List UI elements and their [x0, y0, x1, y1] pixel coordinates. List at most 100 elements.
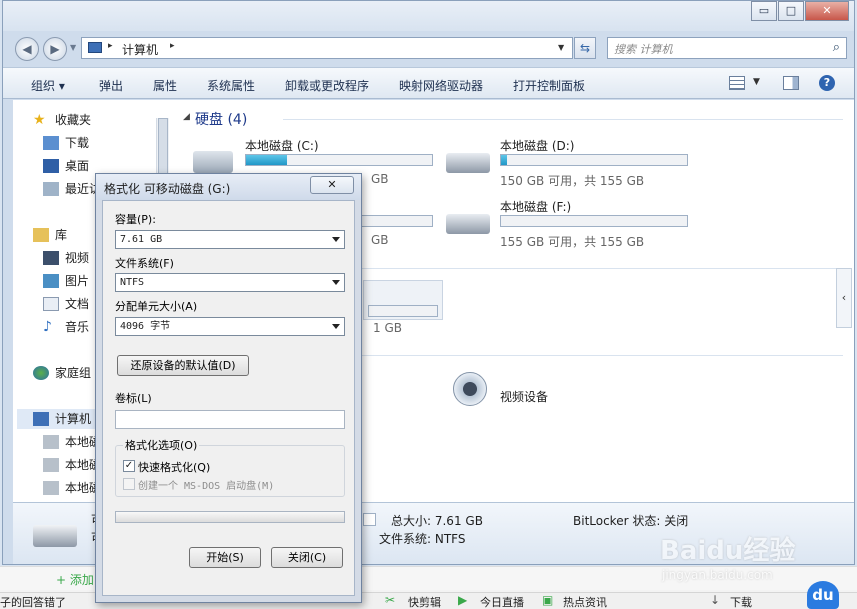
minimize-button[interactable]: ▭ [751, 1, 777, 21]
computer-icon [88, 42, 102, 53]
dialog-title: 格式化 可移动磁盘 (G:) [104, 182, 231, 196]
computer-icon [33, 412, 49, 426]
address-bar[interactable]: ▸ 计算机 ▸ ▼ [81, 37, 573, 59]
downloads-icon [43, 136, 59, 150]
help-icon[interactable]: ? [819, 75, 835, 91]
search-input[interactable]: 搜索 计算机 ⌕ [607, 37, 847, 59]
drive-icon [43, 458, 59, 472]
close-button[interactable]: ✕ [805, 1, 849, 21]
view-dropdown-icon[interactable]: ▼ [753, 77, 760, 87]
dialog-title-bar[interactable]: 格式化 可移动磁盘 (G:) ✕ [96, 174, 361, 200]
recent-places-icon [43, 182, 59, 196]
news-icon: ▣ [542, 593, 554, 607]
drive-e-free: GB [371, 233, 389, 247]
drive-f-name: 本地磁盘 (F:) [500, 200, 572, 214]
title-bar[interactable]: ▭ □ ✕ [3, 1, 854, 31]
system-properties-button[interactable]: 系统属性 [207, 77, 255, 94]
music-icon: ♪ [43, 319, 52, 335]
library-icon [33, 228, 49, 242]
documents-icon [43, 297, 59, 311]
drive-c-free: GB [371, 172, 389, 186]
hot-news-link[interactable]: 热点资讯 [563, 594, 607, 609]
capacity-value: 7.61 GB [120, 234, 163, 245]
volume-label-input[interactable] [115, 410, 345, 429]
dialog-body: 容量(P): 7.61 GB 文件系统(F) NTFS 分配单元大小(A) 40… [102, 200, 355, 596]
baidu-du-logo[interactable]: du [807, 581, 839, 609]
uninstall-button[interactable]: 卸载或更改程序 [285, 77, 369, 94]
allocation-size-select[interactable]: 4096 字节 [115, 317, 345, 336]
properties-button[interactable]: 属性 [153, 77, 177, 94]
add-button[interactable]: + 添加 [56, 571, 94, 588]
back-button[interactable]: ◀ [15, 37, 39, 61]
drive-f-free: 155 GB 可用，共 155 GB [500, 235, 645, 249]
address-separator[interactable]: ▸ [108, 41, 113, 51]
chevron-down-icon [332, 324, 340, 329]
msdos-boot-checkbox[interactable] [123, 478, 135, 490]
eject-button[interactable]: 弹出 [99, 77, 123, 94]
command-bar: 组织 ▾ 弹出 属性 系统属性 卸载或更改程序 映射网络驱动器 打开控制面板 ▼… [3, 67, 854, 99]
refresh-button[interactable]: ⇆ [574, 37, 596, 59]
kuaiji-icon: ✂ [385, 593, 396, 607]
hard-drive-icon [446, 153, 490, 173]
drive-d-free: 150 GB 可用，共 155 GB [500, 174, 645, 188]
nav-music-label: 音乐 [65, 320, 90, 334]
control-panel-button[interactable]: 打开控制面板 [513, 77, 585, 94]
maximize-button[interactable]: □ [778, 1, 804, 21]
map-network-drive-button[interactable]: 映射网络驱动器 [399, 77, 483, 94]
live-link[interactable]: 今日直播 [480, 594, 524, 609]
drive-d-usage-fill [501, 155, 507, 165]
filesystem-label: 文件系统(F) [115, 257, 174, 270]
watermark-brand: Baidu经验 [660, 536, 796, 566]
allocation-size-label: 分配单元大小(A) [115, 300, 198, 313]
removable-drive-size: 1 GB [373, 321, 402, 335]
capacity-select[interactable]: 7.61 GB [115, 230, 345, 249]
desktop-icon [43, 159, 59, 173]
details-filesystem: 文件系统: NTFS [379, 532, 466, 546]
close-dialog-button[interactable]: 关闭(C) [271, 547, 343, 568]
forward-button[interactable]: ▶ [43, 37, 67, 61]
address-trailing-separator[interactable]: ▸ [170, 41, 175, 51]
section-header-hard-disks[interactable]: 硬盘 (4) [195, 109, 247, 129]
section-divider [283, 119, 843, 120]
star-icon: ★ [33, 112, 46, 128]
live-icon: ▶ [458, 593, 468, 607]
volume-label: 卷标(L) [115, 392, 152, 405]
search-icon[interactable]: ⌕ [833, 40, 840, 55]
chevron-down-icon [332, 280, 340, 285]
section-divider [283, 268, 843, 269]
address-dropdown-icon[interactable]: ▼ [558, 43, 564, 52]
expand-pane-button[interactable]: ‹ [836, 268, 852, 328]
quick-format-label: 快速格式化(Q) [138, 461, 211, 474]
collapse-icon[interactable]: ◢ [183, 112, 190, 122]
nav-homegroup-label: 家庭组 [55, 366, 92, 380]
restore-defaults-button[interactable]: 还原设备的默认值(D) [117, 355, 249, 376]
address-row: ◀ ▶ ▼ ▸ 计算机 ▸ ▼ ⇆ 搜索 计算机 ⌕ [3, 31, 854, 65]
preview-pane-icon[interactable] [783, 76, 799, 90]
capacity-label: 容量(P): [115, 213, 156, 226]
organize-button[interactable]: 组织 ▾ [31, 77, 65, 94]
video-device-label: 视频设备 [500, 390, 549, 404]
nav-documents-label: 文档 [65, 297, 90, 311]
nav-favorites-label: 收藏夹 [55, 113, 92, 127]
quick-format-checkbox[interactable]: ✓ [123, 460, 135, 472]
format-dialog: 格式化 可移动磁盘 (G:) ✕ 容量(P): 7.61 GB 文件系统(F) … [95, 173, 362, 603]
chevron-down-icon [332, 237, 340, 242]
kuaiji-link[interactable]: 快剪辑 [408, 594, 441, 609]
format-options-label: 格式化选项(O) [123, 437, 200, 453]
removable-drive-tile[interactable] [363, 280, 443, 320]
drive-icon [43, 481, 59, 495]
windows-drive-icon [193, 151, 233, 173]
drive-d-name: 本地磁盘 (D:) [500, 139, 575, 153]
address-path[interactable]: 计算机 [122, 41, 158, 58]
filesystem-select[interactable]: NTFS [115, 273, 345, 292]
nav-scrollbar-thumb[interactable] [158, 118, 168, 178]
search-placeholder: 搜索 计算机 [614, 43, 673, 56]
hard-drive-icon [446, 214, 490, 234]
dialog-close-icon[interactable]: ✕ [310, 176, 354, 194]
view-options-icon[interactable] [729, 76, 745, 90]
status-left-text: 子的回答错了 [0, 596, 66, 609]
drive-c-usage-bar [245, 154, 433, 166]
start-button[interactable]: 开始(S) [189, 547, 261, 568]
usb-drive-icon [33, 525, 77, 547]
recent-pages-icon[interactable]: ▼ [70, 43, 76, 52]
